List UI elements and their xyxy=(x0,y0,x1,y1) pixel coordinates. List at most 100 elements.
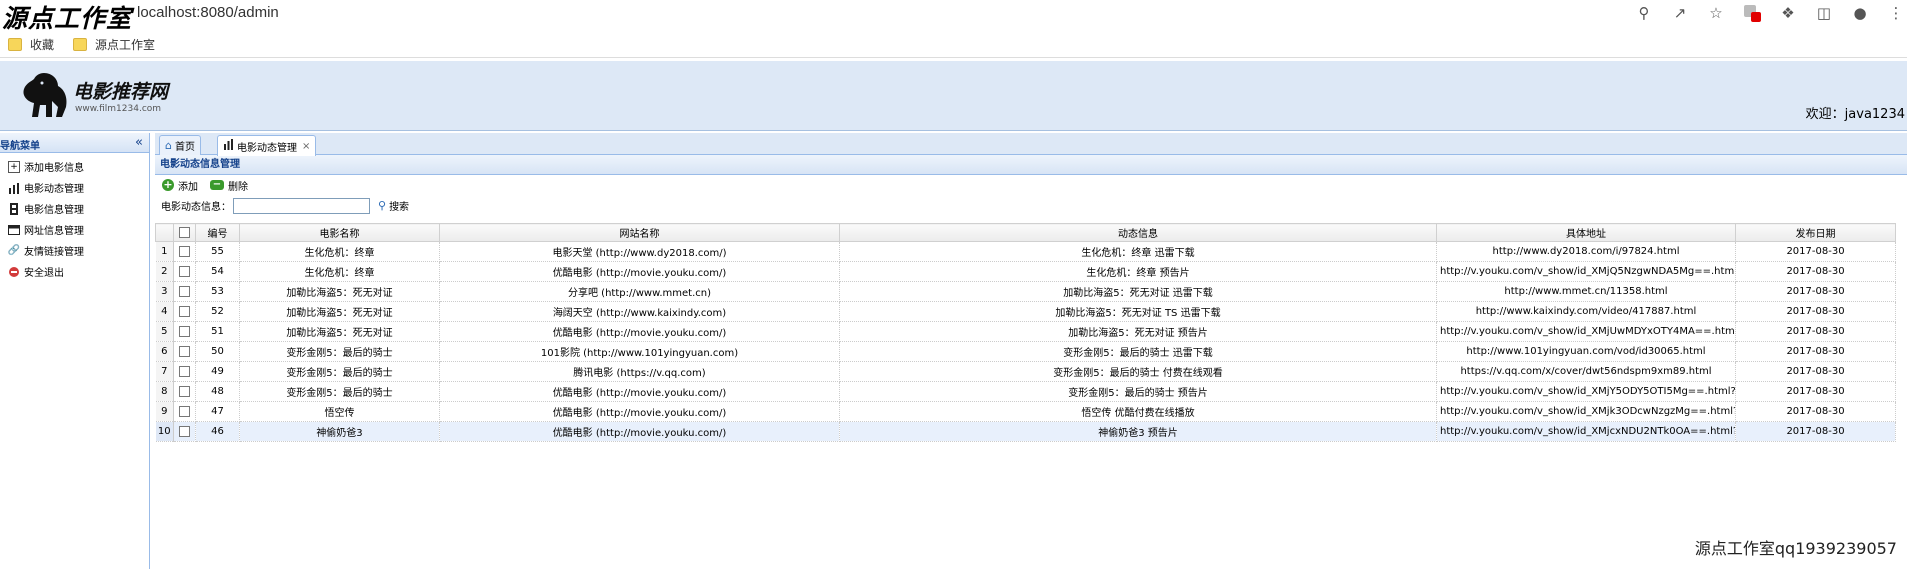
checkbox[interactable] xyxy=(179,325,190,337)
row-checkbox[interactable] xyxy=(173,421,196,442)
star-icon[interactable]: ☆ xyxy=(1705,2,1727,24)
cell-movie-name: 加勒比海盗5：死无对证 xyxy=(239,281,440,302)
checkbox[interactable] xyxy=(179,245,190,257)
close-tab-icon[interactable]: × xyxy=(302,141,310,152)
extension-red-icon[interactable] xyxy=(1741,2,1763,24)
bar-chart-icon xyxy=(8,182,20,194)
profile-icon[interactable]: ● xyxy=(1849,2,1871,24)
sidebar-item-label: 安全退出 xyxy=(24,268,64,279)
address-bar-url[interactable]: localhost:8080/admin xyxy=(137,4,279,21)
table-row[interactable]: 8 48 变形金刚5：最后的骑士 优酷电影 (http://movie.youku.c… xyxy=(155,381,1896,402)
table-row[interactable]: 5 51 加勒比海盗5：死无对证 优酷电影 (http://movie.youku.c… xyxy=(155,321,1896,342)
col-header-site-name[interactable]: 网站名称 xyxy=(439,223,840,242)
col-header-publish-date[interactable]: 发布日期 xyxy=(1735,223,1896,242)
row-number: 7 xyxy=(155,361,174,382)
cell-site-name: 腾讯电影 (https://v.qq.com) xyxy=(439,361,840,382)
cell-news-info: 加勒比海盗5：死无对证 TS 迅雷下载 xyxy=(839,301,1437,322)
row-number: 10 xyxy=(155,421,174,442)
bookmarks-bar: 收藏 源点工作室 xyxy=(0,30,1907,58)
table-row[interactable]: 1 55 生化危机：终章 电影天堂 (http://www.dy2018.com/) 生… xyxy=(155,241,1896,262)
checkbox[interactable] xyxy=(179,405,190,417)
table-row[interactable]: 9 47 悟空传 优酷电影 (http://movie.youku.com/) 悟空传 … xyxy=(155,401,1896,422)
cell-movie-name: 加勒比海盗5：死无对证 xyxy=(239,321,440,342)
row-checkbox[interactable] xyxy=(173,281,196,302)
row-checkbox[interactable] xyxy=(173,261,196,282)
cell-publish-date: 2017-08-30 xyxy=(1735,341,1896,362)
tab-label: 首页 xyxy=(174,142,195,153)
row-checkbox[interactable] xyxy=(173,241,196,262)
checkbox[interactable] xyxy=(179,345,190,357)
grid-toolbar: + 添加 − 删除 xyxy=(155,175,1907,195)
cell-id: 54 xyxy=(195,261,240,282)
table-row[interactable]: 7 49 变形金刚5：最后的骑士 腾讯电影 (https://v.qq.com) 变形金… xyxy=(155,361,1896,382)
row-checkbox[interactable] xyxy=(173,321,196,342)
cell-news-info: 变形金刚5：最后的骑士 预告片 xyxy=(839,381,1437,402)
checkbox[interactable] xyxy=(179,305,190,317)
cell-publish-date: 2017-08-30 xyxy=(1735,401,1896,422)
sidebar-item-logout[interactable]: 安全退出 xyxy=(0,261,149,282)
bookmark-studio[interactable]: 源点工作室 xyxy=(73,36,155,53)
delete-icon: − xyxy=(210,180,224,190)
table-row[interactable]: 6 50 变形金刚5：最后的骑士 101影院 (http://www.101yingy… xyxy=(155,341,1896,362)
exit-icon xyxy=(8,266,20,278)
sidepanel-icon[interactable]: ◫ xyxy=(1813,2,1835,24)
bookmark-label: 源点工作室 xyxy=(95,38,156,52)
home-icon: ⌂ xyxy=(165,139,172,152)
sidebar-item-label: 添加电影信息 xyxy=(24,163,84,174)
select-all-checkbox[interactable] xyxy=(173,223,196,242)
col-header-url[interactable]: 具体地址 xyxy=(1436,223,1736,242)
search-button[interactable]: ⚲ 搜索 xyxy=(378,198,409,213)
row-number: 2 xyxy=(155,261,174,282)
checkbox[interactable] xyxy=(179,425,190,437)
tab-movie-news[interactable]: 电影动态管理 × xyxy=(217,135,317,156)
bar-chart-icon xyxy=(223,139,234,153)
sidebar-item-label: 电影动态管理 xyxy=(24,184,84,195)
sidebar-item-movie-news[interactable]: 电影动态管理 xyxy=(0,177,149,198)
row-checkbox[interactable] xyxy=(173,381,196,402)
bookmark-favorites[interactable]: 收藏 xyxy=(8,36,54,53)
delete-button[interactable]: − 删除 xyxy=(210,178,248,193)
cell-id: 52 xyxy=(195,301,240,322)
checkbox[interactable] xyxy=(179,365,190,377)
cell-site-name: 分享吧 (http://www.mmet.cn) xyxy=(439,281,840,302)
checkbox[interactable] xyxy=(179,265,190,277)
share-icon[interactable]: ↗ xyxy=(1669,2,1691,24)
sidebar-item-website[interactable]: 网址信息管理 xyxy=(0,219,149,240)
puzzle-icon[interactable]: ❖ xyxy=(1777,2,1799,24)
cell-news-info: 变形金刚5：最后的骑士 付费在线观看 xyxy=(839,361,1437,382)
cell-site-name: 海阔天空 (http://www.kaixindy.com) xyxy=(439,301,840,322)
zoom-icon[interactable]: ⚲ xyxy=(1633,2,1655,24)
cell-movie-name: 变形金刚5：最后的骑士 xyxy=(239,361,440,382)
col-header-id[interactable]: 编号 xyxy=(195,223,240,242)
checkbox[interactable] xyxy=(179,285,190,297)
sidebar-item-add-movie[interactable]: + 添加电影信息 xyxy=(0,156,149,177)
browser-toolbar: 源点工作室 localhost:8080/admin ⚲ ↗ ☆ ❖ ◫ ● ⋮ xyxy=(0,0,1907,33)
cell-url: http://www.101yingyuan.com/vod/id30065.h… xyxy=(1436,341,1736,362)
gorilla-logo-icon xyxy=(23,73,67,117)
window-icon xyxy=(8,224,20,236)
menu-icon[interactable]: ⋮ xyxy=(1885,2,1907,24)
table-row[interactable]: 10 46 神偷奶爸3 优酷电影 (http://movie.youku.com/) 神… xyxy=(155,421,1896,442)
col-header-news-info[interactable]: 动态信息 xyxy=(839,223,1437,242)
search-input[interactable] xyxy=(233,197,370,214)
cell-url: http://v.youku.com/v_show/id_XMjcxNDU2NT… xyxy=(1436,421,1736,442)
collapse-icon[interactable]: « xyxy=(135,135,143,150)
add-button[interactable]: + 添加 xyxy=(162,178,198,193)
col-header-movie-name[interactable]: 电影名称 xyxy=(239,223,440,242)
table-row[interactable]: 4 52 加勒比海盗5：死无对证 海阔天空 (http://www.kaixindy.… xyxy=(155,301,1896,322)
cell-id: 47 xyxy=(195,401,240,422)
row-checkbox[interactable] xyxy=(173,301,196,322)
cell-id: 46 xyxy=(195,421,240,442)
table-row[interactable]: 3 53 加勒比海盗5：死无对证 分享吧 (http://www.mmet.cn) 加勒… xyxy=(155,281,1896,302)
table-row[interactable]: 2 54 生化危机：终章 优酷电影 (http://movie.youku.com/)… xyxy=(155,261,1896,282)
sidebar-item-movie-info[interactable]: 电影信息管理 xyxy=(0,198,149,219)
bookmark-label: 收藏 xyxy=(30,38,55,52)
sidebar-item-links[interactable]: 🔗 友情链接管理 xyxy=(0,240,149,261)
row-checkbox[interactable] xyxy=(173,361,196,382)
row-checkbox[interactable] xyxy=(173,401,196,422)
cell-site-name: 101影院 (http://www.101yingyuan.com) xyxy=(439,341,840,362)
checkbox[interactable] xyxy=(179,385,190,397)
row-checkbox[interactable] xyxy=(173,341,196,362)
tab-home[interactable]: ⌂ 首页 xyxy=(159,135,201,155)
sidebar-item-label: 电影信息管理 xyxy=(24,205,84,216)
